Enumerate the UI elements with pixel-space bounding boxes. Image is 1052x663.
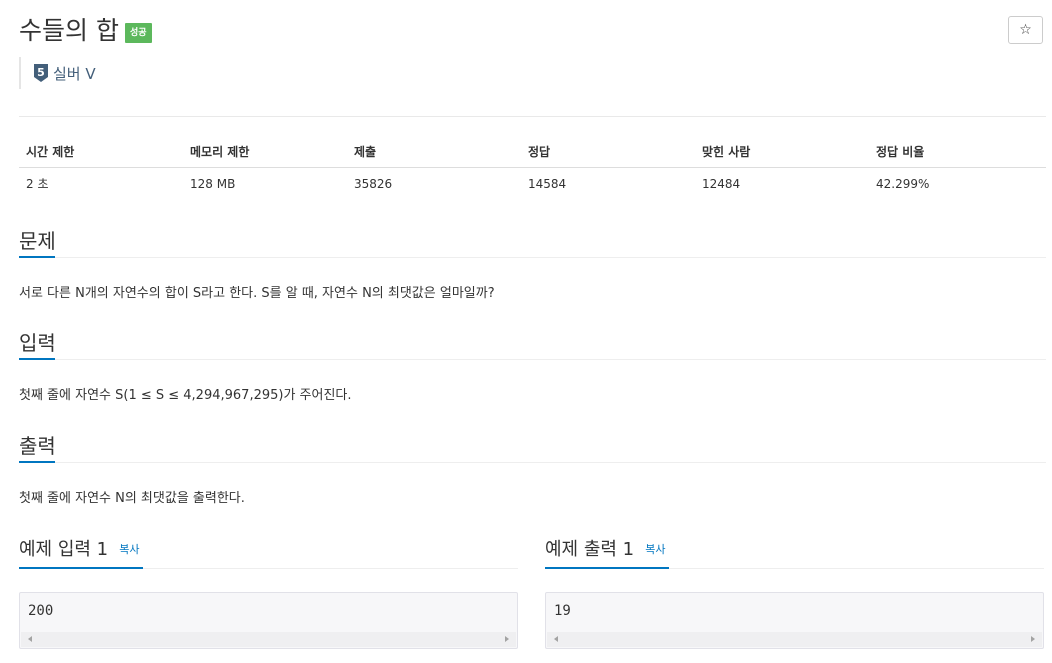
copy-sample-output-link[interactable]: 복사	[645, 543, 665, 556]
problem-title: 수들의 합	[19, 16, 119, 45]
problem-header: 수들의 합 성공	[19, 14, 152, 48]
column-header: 시간 제한	[19, 136, 183, 168]
tier-number: 5	[37, 66, 45, 79]
input-description: 첫째 줄에 자연수 S(1 ≤ S ≤ 4,294,967,295)가 주어진다…	[19, 388, 352, 403]
table-cell: 12484	[702, 176, 741, 191]
section-title: 문제	[19, 229, 56, 253]
result-badge: 성공	[124, 23, 152, 43]
horizontal-scrollbar[interactable]	[21, 632, 516, 647]
problem-info-table: 시간 제한 메모리 제한 제출 정답 맞힌 사람 정답 비율 2 초 128 M…	[19, 136, 1046, 199]
section-underline	[19, 567, 143, 569]
sample-input-value: 200	[28, 603, 54, 619]
table-cell: 42.299%	[876, 176, 930, 191]
column-header: 제출	[347, 136, 521, 168]
section-underline	[19, 461, 55, 463]
sample-input-section: 예제 입력 1 복사 200	[19, 538, 518, 649]
tier-label[interactable]: 실버 V	[53, 63, 96, 84]
problem-page: 수들의 합 성공 ☆ 5 실버 V 시간 제한 메모리 제한 제출 정답 맞힌 …	[0, 0, 1052, 663]
star-button[interactable]: ☆	[1008, 16, 1043, 44]
scroll-left-icon[interactable]	[28, 636, 32, 642]
column-header: 맞힌 사람	[695, 136, 869, 168]
sample-header: 예제 입력 1 복사	[19, 538, 518, 569]
tier-icon: 5	[34, 64, 48, 82]
section-underline	[545, 567, 669, 569]
table-cell: 128 MB	[190, 176, 236, 191]
sample-header: 예제 출력 1 복사	[545, 538, 1044, 569]
section-title: 입력	[19, 331, 56, 355]
section-underline	[19, 358, 55, 360]
input-section: 입력 첫째 줄에 자연수 S(1 ≤ S ≤ 4,294,967,295)가 주…	[19, 331, 1046, 405]
scroll-right-icon[interactable]	[505, 636, 509, 642]
sample-input-box[interactable]: 200	[19, 592, 518, 649]
section-header: 문제	[19, 229, 1046, 258]
column-header: 정답	[521, 136, 695, 168]
table-cell: 14584	[528, 176, 567, 191]
table-cell: 2 초	[26, 177, 49, 191]
copy-sample-input-link[interactable]: 복사	[119, 543, 139, 556]
table-header-row: 시간 제한 메모리 제한 제출 정답 맞힌 사람 정답 비율	[19, 136, 1046, 168]
scroll-right-icon[interactable]	[1031, 636, 1035, 642]
divider	[19, 116, 1046, 117]
horizontal-scrollbar[interactable]	[547, 632, 1042, 647]
table-row: 2 초 128 MB 35826 14584 12484 42.299%	[19, 168, 1046, 200]
table-cell: 35826	[354, 176, 393, 191]
problem-description: 서로 다른 N개의 자연수의 합이 S라고 한다. S를 알 때, 자연수 N의…	[19, 286, 495, 301]
column-header: 메모리 제한	[183, 136, 347, 168]
scroll-left-icon[interactable]	[554, 636, 558, 642]
section-header: 입력	[19, 331, 1046, 360]
output-section: 출력 첫째 줄에 자연수 N의 최댓값을 출력한다.	[19, 434, 1046, 508]
sample-output-box[interactable]: 19	[545, 592, 1044, 649]
sample-output-title: 예제 출력 1	[545, 539, 635, 560]
column-header: 정답 비율	[869, 136, 1046, 168]
sample-output-value: 19	[554, 603, 571, 619]
sample-output-section: 예제 출력 1 복사 19	[545, 538, 1044, 649]
section-header: 출력	[19, 434, 1046, 463]
section-underline	[19, 256, 55, 258]
output-description: 첫째 줄에 자연수 N의 최댓값을 출력한다.	[19, 491, 245, 506]
tier-info: 5 실버 V	[19, 57, 96, 89]
star-icon: ☆	[1019, 22, 1032, 38]
problem-section: 문제 서로 다른 N개의 자연수의 합이 S라고 한다. S를 알 때, 자연수…	[19, 229, 1046, 303]
sample-input-title: 예제 입력 1	[19, 539, 109, 560]
section-title: 출력	[19, 434, 56, 458]
